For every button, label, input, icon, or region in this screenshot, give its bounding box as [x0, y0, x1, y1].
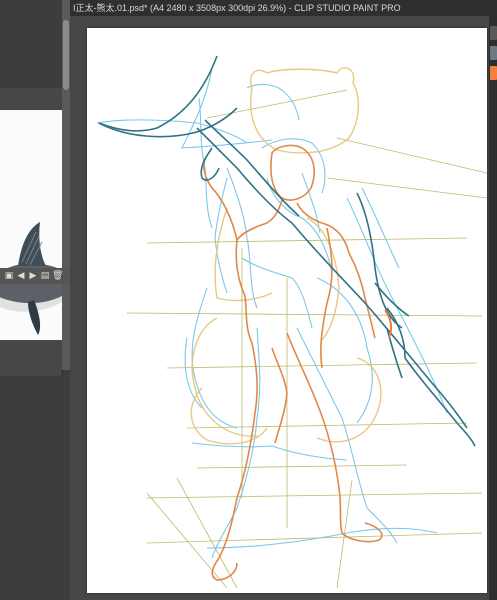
new-icon[interactable]: ▤ — [40, 271, 50, 281]
trash-icon[interactable]: 🗑 — [52, 271, 63, 281]
sketch-drawing[interactable] — [87, 28, 487, 593]
palette-chip-gray[interactable] — [490, 26, 497, 40]
reference-scrollbar[interactable] — [62, 0, 70, 370]
right-palette-strip — [489, 16, 497, 600]
reference-toolbar: ▣ ◀ ▶ ▤ 🗑 — [0, 268, 70, 284]
reference-image-marlin — [0, 110, 62, 340]
perspective-guides — [126, 89, 487, 589]
palette-chip-orange[interactable] — [490, 66, 497, 80]
reference-window[interactable] — [0, 88, 63, 376]
palette-chip-blue[interactable] — [490, 46, 497, 60]
layer-icon[interactable]: ▣ — [4, 271, 14, 281]
left-panel-area: ▣ ◀ ▶ ▤ 🗑 — [0, 0, 70, 600]
next-icon[interactable]: ▶ — [28, 271, 38, 281]
scrollbar-thumb[interactable] — [63, 20, 69, 90]
prev-icon[interactable]: ◀ — [16, 271, 26, 281]
window-title: I正太-熊太.01.psd* (A4 2480 x 3508px 300dpi … — [70, 0, 497, 16]
